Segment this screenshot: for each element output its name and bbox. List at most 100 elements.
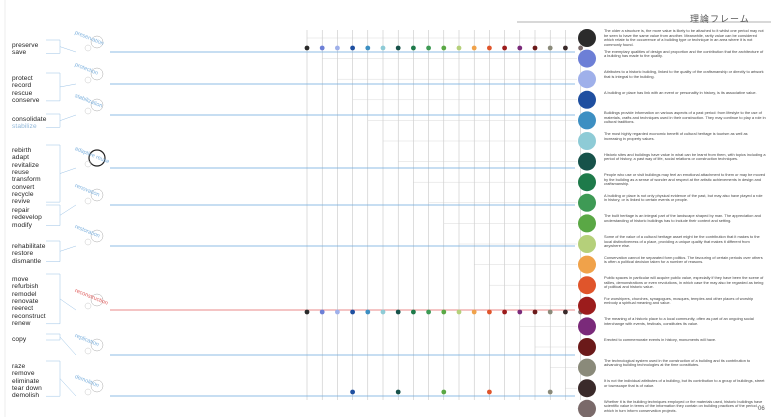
- value-description: People who use or visit buildings may fe…: [604, 173, 766, 187]
- value-description: Public spaces in particular will acquire…: [604, 276, 764, 290]
- verb-label: restore: [12, 250, 34, 258]
- verb-bracket: [46, 273, 61, 325]
- value-dot: [502, 309, 507, 315]
- value-dot: [547, 389, 553, 395]
- value-description: The exemplary qualities of design and pr…: [604, 49, 764, 59]
- verb-label: rehabilitate: [12, 243, 46, 250]
- value-symbol: [578, 90, 596, 109]
- value-dot: [487, 389, 492, 395]
- verb-label: renovate: [12, 297, 39, 305]
- sketch-circle: [84, 238, 92, 246]
- bracket-connector: [59, 336, 77, 356]
- verb-label: reconstruct: [12, 312, 46, 320]
- verb-label: repair: [12, 207, 30, 214]
- value-description: For worshipers, churches, synagogues, mo…: [604, 296, 754, 306]
- value-dot: [426, 309, 431, 315]
- verb-label: rescue: [12, 89, 33, 97]
- value-dot: [456, 45, 462, 51]
- verb-label: save: [12, 49, 27, 57]
- value-symbol: [578, 399, 596, 417]
- value-symbol: [578, 379, 596, 398]
- verb-label: transform: [12, 176, 41, 184]
- verb-bracket: [46, 72, 61, 102]
- value-dot: [304, 45, 310, 51]
- value-dot: [350, 309, 355, 315]
- value-dot: [532, 45, 538, 51]
- value-dot: [471, 309, 477, 315]
- value-dot: [426, 45, 431, 51]
- value-dot: [441, 389, 447, 395]
- verb-label: move: [12, 276, 29, 283]
- value-description: Conservation cannot be separated form po…: [604, 255, 763, 265]
- sketch-circle: [84, 197, 92, 205]
- verb-label: preserve: [12, 42, 39, 49]
- verb-label: reuse: [12, 168, 29, 176]
- verb-label: reerect: [12, 305, 34, 313]
- value-symbol: [578, 235, 596, 253]
- value-dot: [335, 45, 340, 51]
- verb-label: consolidate: [12, 116, 47, 123]
- bracket-connector: [59, 46, 77, 53]
- verb-label: eliminate: [12, 377, 40, 385]
- sketch-circle: [84, 44, 92, 52]
- value-dot: [365, 309, 371, 315]
- verb-label: protect: [12, 75, 33, 82]
- value-dot: [441, 45, 447, 51]
- verb-label: tear down: [12, 384, 42, 392]
- verb-label: adapt: [12, 154, 30, 162]
- value-symbol: [578, 338, 596, 356]
- sketch-circle: [84, 76, 92, 84]
- value-dot: [456, 309, 462, 315]
- value-dot: [471, 45, 477, 51]
- value-dot: [441, 309, 447, 315]
- verb-label: redevelop: [12, 214, 42, 222]
- value-symbol: [578, 255, 596, 274]
- value-description: It is not the individual attributes of a…: [604, 379, 765, 388]
- sketch-circle: [84, 347, 92, 355]
- verb-bracket: [46, 113, 61, 128]
- value-symbol: [578, 111, 596, 130]
- verb-label: refurbish: [12, 283, 39, 291]
- value-dot: [365, 45, 371, 51]
- value-dot: [350, 45, 355, 51]
- value-symbol: [578, 214, 596, 233]
- value-symbol: [578, 358, 596, 377]
- sketch-circle: [84, 160, 92, 168]
- value-dot: [517, 45, 523, 51]
- value-description: Attributes to a historic building, linke…: [604, 70, 764, 79]
- verb-label: remodel: [12, 290, 37, 298]
- sketch-circle: [84, 107, 92, 115]
- value-dot: [502, 45, 507, 51]
- value-dot: [380, 45, 386, 51]
- verb-label: remove: [12, 370, 35, 378]
- page-title: 理論フレーム: [690, 15, 750, 25]
- value-description: The technological system used in the con…: [604, 358, 751, 368]
- value-symbol: [578, 193, 596, 212]
- theory-framework-diagram: preservation preserve save protection protec…: [0, 0, 771, 417]
- value-dot: [395, 389, 401, 395]
- verb-bracket: [46, 144, 61, 203]
- bracket-connector: [59, 298, 77, 311]
- verb-label: raze: [12, 363, 26, 370]
- value-description: Some of the value of a cultural heritage…: [604, 235, 760, 248]
- verb-label: copy: [12, 336, 27, 343]
- value-symbol: [578, 70, 596, 89]
- value-dot: [350, 389, 355, 395]
- value-description: The meaning of a historic place to a loc…: [604, 317, 754, 326]
- bracket-connector: [59, 245, 77, 252]
- bracket-connector: [59, 167, 77, 174]
- verb-label: record: [12, 82, 32, 90]
- value-symbol: [578, 173, 596, 192]
- verb-label: revive: [12, 198, 31, 206]
- value-symbol: [578, 276, 596, 295]
- value-dot: [380, 309, 386, 315]
- verb-label: recycle: [12, 190, 34, 198]
- value-description: Erected to commemorate events in history…: [604, 338, 717, 342]
- value-dot: [395, 45, 401, 51]
- verb-bracket: [46, 360, 61, 397]
- bracket-connector: [59, 114, 77, 121]
- verb-label: demolish: [12, 392, 40, 400]
- value-description: Buildings provide information on various…: [604, 111, 766, 125]
- value-symbol: [578, 296, 596, 315]
- value-dot: [395, 309, 401, 315]
